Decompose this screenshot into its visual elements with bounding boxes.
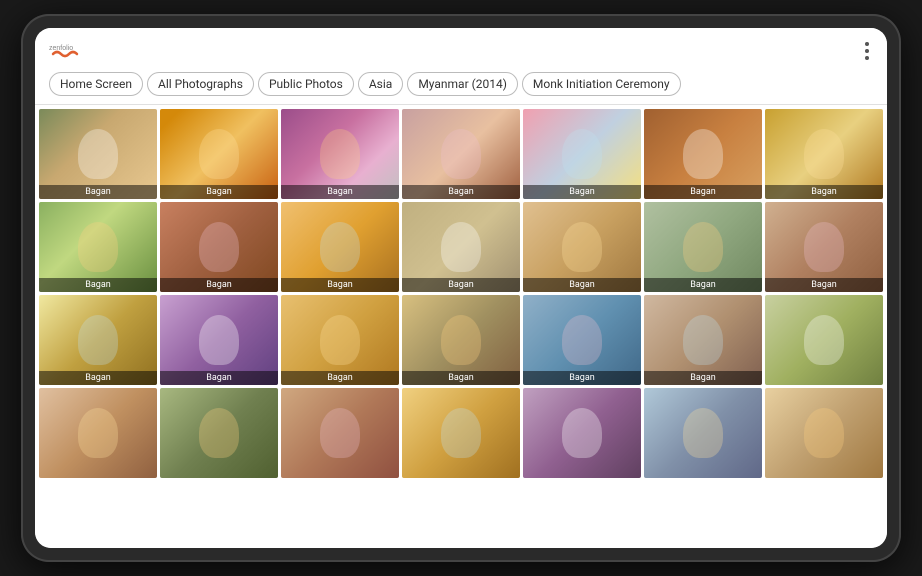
photo-cell-r2c4[interactable]: Bagan (402, 202, 520, 292)
photo-cell-r3c1[interactable]: Bagan (39, 295, 157, 385)
photo-label: Bagan (39, 185, 157, 199)
tablet-device: zenfolio Home Sc (21, 14, 901, 562)
photo-label: Bagan (402, 371, 520, 385)
zenfolio-logo: zenfolio (49, 40, 81, 62)
breadcrumb-item-all-photos[interactable]: All Photographs (147, 72, 254, 96)
photo-cell-r2c6[interactable]: Bagan (644, 202, 762, 292)
photo-label: Bagan (160, 185, 278, 199)
photo-grid: BaganBaganBaganBaganBaganBaganBaganBagan… (35, 105, 887, 548)
photo-label: Bagan (39, 278, 157, 292)
breadcrumb-item-home[interactable]: Home Screen (49, 72, 143, 96)
photo-label: Bagan (39, 371, 157, 385)
photo-cell-r3c4[interactable]: Bagan (402, 295, 520, 385)
photo-cell-r3c3[interactable]: Bagan (281, 295, 399, 385)
photo-label: Bagan (644, 185, 762, 199)
photo-cell-r1c2[interactable]: Bagan (160, 109, 278, 199)
grid-row-1: BaganBaganBaganBaganBaganBaganBagan (39, 109, 883, 199)
breadcrumb-item-myanmar[interactable]: Myanmar (2014) (407, 72, 518, 96)
photo-cell-r4c7[interactable] (765, 388, 883, 478)
photo-cell-r2c3[interactable]: Bagan (281, 202, 399, 292)
photo-cell-r1c4[interactable]: Bagan (402, 109, 520, 199)
grid-row-4 (39, 388, 883, 478)
photo-cell-r4c5[interactable] (523, 388, 641, 478)
photo-cell-r2c7[interactable]: Bagan (765, 202, 883, 292)
photo-cell-r1c3[interactable]: Bagan (281, 109, 399, 199)
photo-cell-r4c4[interactable] (402, 388, 520, 478)
header-left: zenfolio (49, 40, 89, 62)
photo-label: Bagan (644, 278, 762, 292)
photo-label: Bagan (523, 371, 641, 385)
tablet-screen: zenfolio Home Sc (35, 28, 887, 548)
svg-text:zenfolio: zenfolio (49, 45, 73, 52)
more-button[interactable] (861, 38, 873, 64)
photo-label: Bagan (523, 185, 641, 199)
photo-label: Bagan (402, 278, 520, 292)
photo-cell-r3c5[interactable]: Bagan (523, 295, 641, 385)
grid-row-2: BaganBaganBaganBaganBaganBaganBagan (39, 202, 883, 292)
breadcrumb-item-public[interactable]: Public Photos (258, 72, 354, 96)
zenfolio-logo-icon: zenfolio (49, 40, 81, 62)
photo-cell-r1c7[interactable]: Bagan (765, 109, 883, 199)
photo-cell-r3c6[interactable]: Bagan (644, 295, 762, 385)
photo-label: Bagan (281, 185, 399, 199)
photo-cell-r4c3[interactable] (281, 388, 399, 478)
photo-label: Bagan (281, 278, 399, 292)
app-header: zenfolio Home Sc (35, 28, 887, 105)
photo-cell-r3c7[interactable] (765, 295, 883, 385)
grid-row-3: BaganBaganBaganBaganBaganBagan (39, 295, 883, 385)
photo-cell-r2c1[interactable]: Bagan (39, 202, 157, 292)
photo-label: Bagan (281, 371, 399, 385)
photo-cell-r4c1[interactable] (39, 388, 157, 478)
photo-label: Bagan (765, 185, 883, 199)
breadcrumb-item-ceremony[interactable]: Monk Initiation Ceremony (522, 72, 681, 96)
photo-cell-r4c2[interactable] (160, 388, 278, 478)
photo-cell-r2c2[interactable]: Bagan (160, 202, 278, 292)
breadcrumb: Home ScreenAll PhotographsPublic PhotosA… (49, 72, 873, 104)
photo-label: Bagan (402, 185, 520, 199)
photo-cell-r2c5[interactable]: Bagan (523, 202, 641, 292)
photo-label: Bagan (523, 278, 641, 292)
photo-label: Bagan (644, 371, 762, 385)
photo-cell-r1c1[interactable]: Bagan (39, 109, 157, 199)
photo-label: Bagan (160, 371, 278, 385)
photo-cell-r4c6[interactable] (644, 388, 762, 478)
photo-label: Bagan (765, 278, 883, 292)
photo-cell-r3c2[interactable]: Bagan (160, 295, 278, 385)
photo-cell-r1c5[interactable]: Bagan (523, 109, 641, 199)
breadcrumb-item-asia[interactable]: Asia (358, 72, 403, 96)
photo-label: Bagan (160, 278, 278, 292)
photo-cell-r1c6[interactable]: Bagan (644, 109, 762, 199)
